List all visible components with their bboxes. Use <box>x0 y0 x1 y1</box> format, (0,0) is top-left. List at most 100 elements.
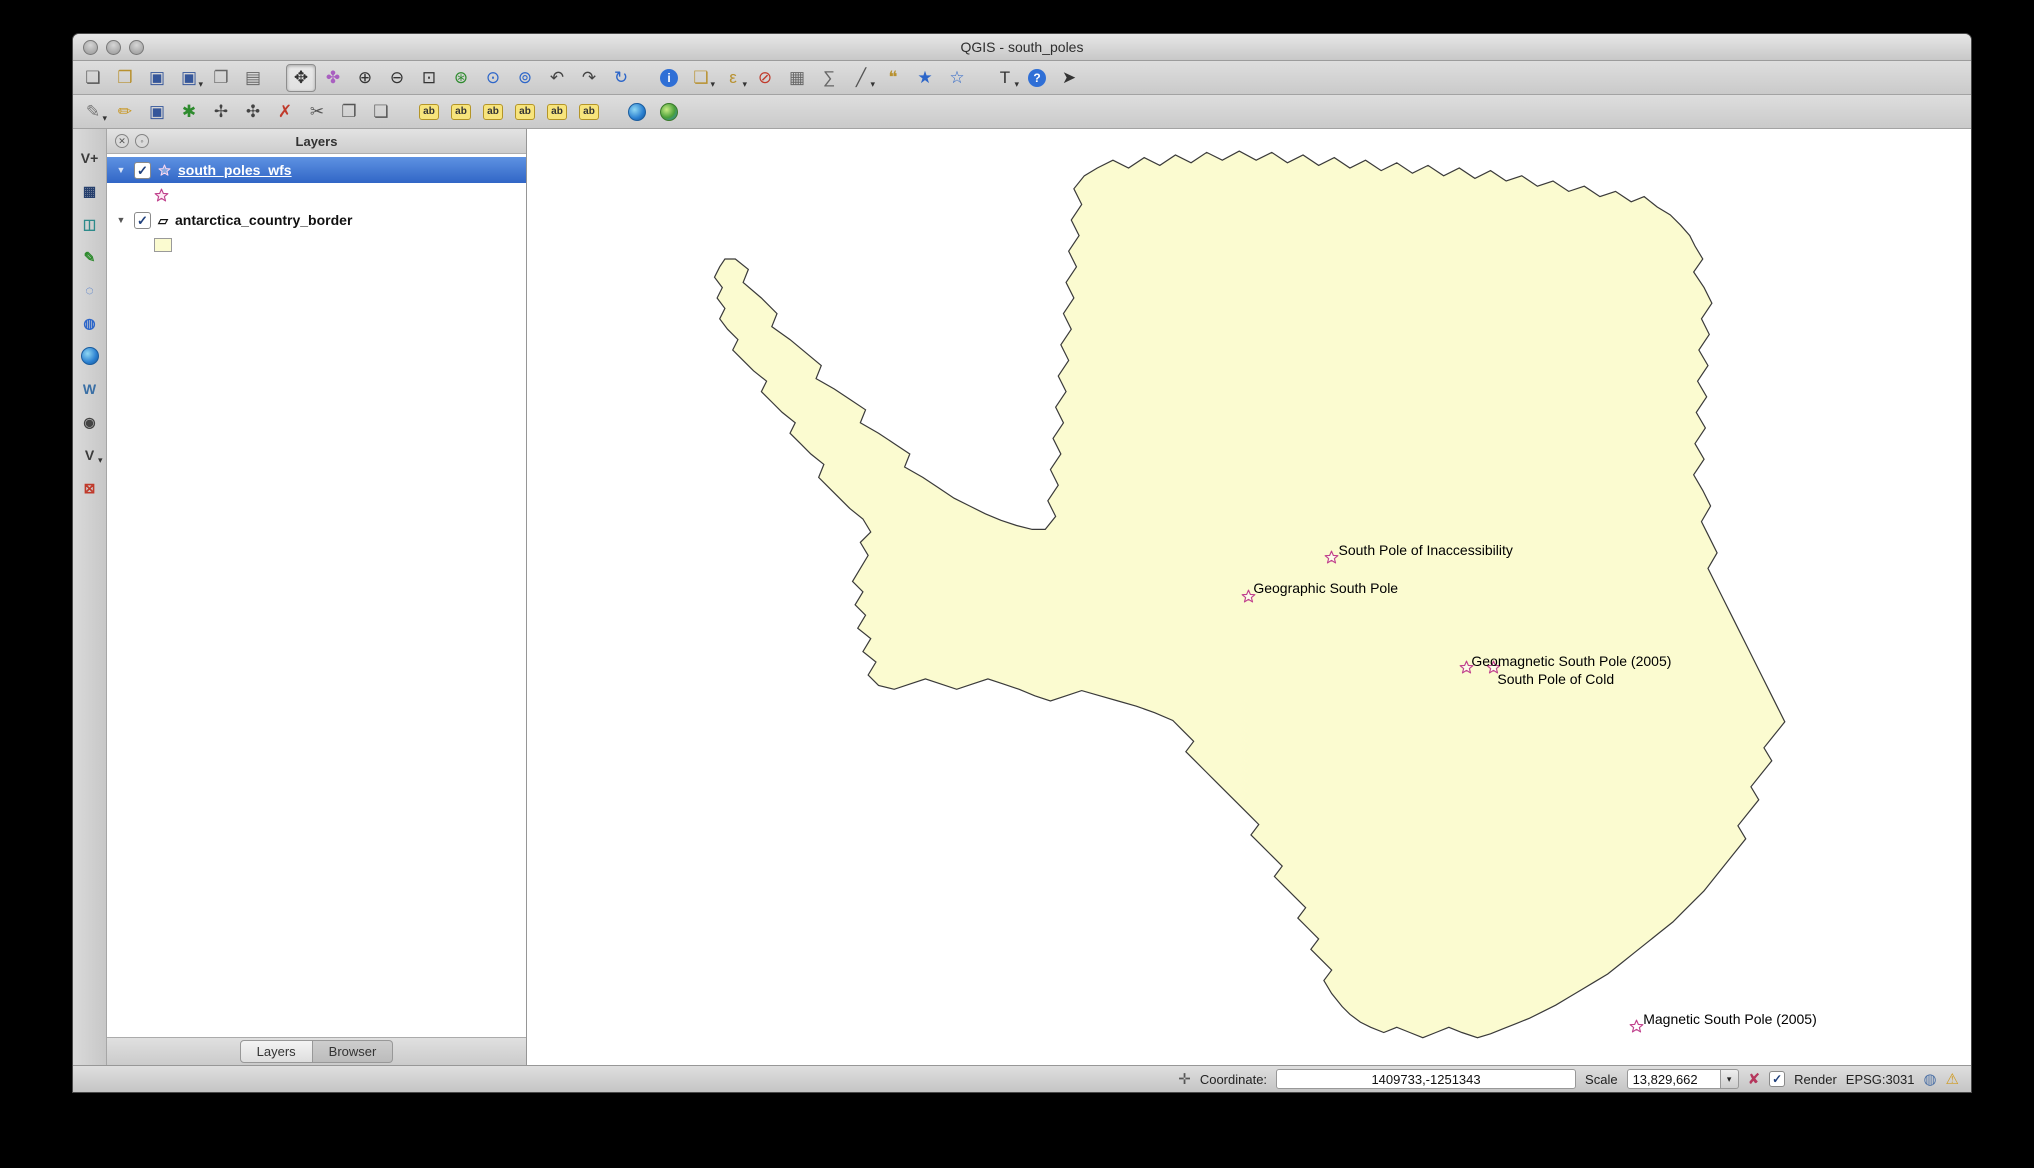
add-spatialite-layer-icon: ◌ <box>85 282 94 298</box>
zoom-to-layer-icon[interactable]: ⊚ <box>510 64 540 92</box>
new-bookmark-icon[interactable]: ★ <box>910 64 940 92</box>
deselect-features-icon[interactable]: ⊘ <box>750 64 780 92</box>
tab-browser[interactable]: Browser <box>312 1040 394 1063</box>
current-edits-icon[interactable]: ✎ ▾ <box>78 98 108 126</box>
zoom-in-icon[interactable]: ⊕ <box>350 64 380 92</box>
map-tips-icon[interactable]: ❝ <box>878 64 908 92</box>
open-project-icon[interactable]: ❒ <box>110 64 140 92</box>
add-wfs-layer-icon[interactable]: W <box>76 376 104 402</box>
add-feature-icon[interactable]: ✱ <box>174 98 204 126</box>
panel-float-icon[interactable]: ◦ <box>135 134 149 148</box>
paste-features-icon[interactable]: ❏ <box>366 98 396 126</box>
new-project-icon[interactable]: ❏ <box>78 64 108 92</box>
add-wms-layer-icon[interactable]: ◫ <box>76 211 104 237</box>
new-print-composer-icon[interactable]: ❐ <box>206 64 236 92</box>
save-project-icon[interactable]: ▣ <box>142 64 172 92</box>
identify-features-icon[interactable]: i <box>654 64 684 92</box>
label-rotate-icon: ab <box>547 103 567 120</box>
title-bar[interactable]: QGIS - south_poles <box>73 34 1971 61</box>
zoom-next-icon[interactable]: ↷ <box>574 64 604 92</box>
cut-features-icon[interactable]: ✂ <box>302 98 332 126</box>
save-project-as-icon: ▣ <box>180 68 198 87</box>
web-globe-icon[interactable] <box>622 98 652 126</box>
add-vector-layer-icon[interactable]: V+ <box>76 145 104 171</box>
layer-item-antarctica_country_border[interactable]: ▼ ✓ ▱ antarctica_country_border <box>107 207 526 233</box>
whats-this-icon[interactable]: ➤ <box>1054 64 1084 92</box>
select-features-icon: ❏ <box>693 68 709 87</box>
new-print-composer-icon: ❐ <box>213 68 229 87</box>
add-spatialite-layer-icon[interactable]: ◌ <box>76 277 104 303</box>
text-annotation-icon[interactable]: T ▾ <box>990 64 1020 92</box>
tab-layers[interactable]: Layers <box>239 1040 313 1063</box>
composer-manager-icon[interactable]: ▤ <box>238 64 268 92</box>
node-tool-icon[interactable]: ✣ <box>238 98 268 126</box>
field-calculator-icon[interactable]: ∑ <box>814 64 844 92</box>
pan-map-icon[interactable]: ✥ <box>286 63 316 92</box>
add-raster-layer-icon[interactable]: ▦ <box>76 178 104 204</box>
new-shapefile-layer-icon[interactable]: ✎ <box>76 244 104 270</box>
map-canvas[interactable]: South Pole of Inaccessibility Geographic … <box>527 129 1971 1065</box>
remove-layer-icon[interactable]: ⊠ <box>76 475 104 501</box>
expand-arrow-icon[interactable]: ▼ <box>115 215 127 225</box>
layers-panel-title: Layers <box>295 133 338 149</box>
save-layer-edits-icon[interactable]: ▣ <box>142 98 172 126</box>
save-project-as-icon[interactable]: ▣ ▾ <box>174 64 204 92</box>
vector-menu-icon[interactable]: V ▾ <box>76 442 104 468</box>
label-toggle-icon[interactable]: ab <box>510 98 540 126</box>
label-properties-icon[interactable]: ab <box>574 98 604 126</box>
show-bookmarks-icon[interactable]: ☆ <box>942 64 972 92</box>
crs-label: EPSG:3031 <box>1845 1071 1915 1087</box>
panel-close-icon[interactable]: ✕ <box>115 134 129 148</box>
label-move-icon[interactable]: ab <box>446 98 476 126</box>
layer-visibility-checkbox[interactable]: ✓ <box>134 211 151 229</box>
add-postgis-layer-icon[interactable]: ◍ <box>76 310 104 336</box>
dropdown-arrow-icon: ▾ <box>870 78 875 89</box>
layer-item-south_poles_wfs[interactable]: ▼ ✓ south_poles_wfs <box>107 157 526 183</box>
move-feature-icon[interactable]: ✢ <box>206 98 236 126</box>
add-gps-layer-icon[interactable]: ◉ <box>76 409 104 435</box>
select-features-icon[interactable]: ❏ ▾ <box>686 64 716 92</box>
panel-header-buttons: ✕ ◦ <box>115 134 149 148</box>
add-web-layer-icon[interactable] <box>76 343 104 369</box>
zoom-to-selection-icon[interactable]: ⊙ <box>478 64 508 92</box>
label-pin-icon[interactable]: ab <box>478 98 508 126</box>
toggle-extents-icon[interactable]: ✛ <box>1178 1072 1191 1087</box>
dropdown-arrow-icon: ▾ <box>1014 78 1019 89</box>
new-shapefile-layer-icon: ✎ <box>83 249 96 265</box>
zoom-out-icon[interactable]: ⊖ <box>382 64 412 92</box>
minimize-button[interactable] <box>106 40 121 55</box>
labeling-icon[interactable]: ab <box>414 98 444 126</box>
select-by-expression-icon[interactable]: ε ▾ <box>718 64 748 92</box>
pan-map-icon: ✥ <box>293 68 309 87</box>
scale-dropdown-icon[interactable]: ▾ <box>1720 1069 1739 1089</box>
toggle-editing-icon[interactable]: ✏ <box>110 98 140 126</box>
scale-input[interactable] <box>1626 1069 1721 1089</box>
label-rotate-icon[interactable]: ab <box>542 98 572 126</box>
expand-arrow-icon[interactable]: ▼ <box>115 165 127 175</box>
dropdown-arrow-icon: ▾ <box>710 78 715 89</box>
measure-icon[interactable]: ╱ ▾ <box>846 64 876 92</box>
new-bookmark-icon: ★ <box>917 68 933 87</box>
log-messages-icon[interactable]: ⚠ <box>1946 1072 1959 1087</box>
zoom-last-icon[interactable]: ↶ <box>542 64 572 92</box>
zoom-native-resolution-icon[interactable]: ⊡ <box>414 64 444 92</box>
render-checkbox[interactable]: ✓ <box>1769 1071 1786 1087</box>
close-button[interactable] <box>83 40 98 55</box>
layer-visibility-checkbox[interactable]: ✓ <box>134 161 151 179</box>
layers-panel-header: ✕ ◦ Layers <box>107 129 526 154</box>
stop-rendering-icon[interactable]: ✘ <box>1748 1072 1761 1087</box>
zoom-full-icon[interactable]: ⊛ <box>446 64 476 92</box>
map-layers-globe-icon[interactable] <box>654 98 684 126</box>
zoom-button[interactable] <box>129 40 144 55</box>
refresh-map-icon[interactable]: ↻ <box>606 64 636 92</box>
delete-selected-icon: ✗ <box>277 102 293 121</box>
open-attribute-table-icon[interactable]: ▦ <box>782 64 812 92</box>
coordinate-input[interactable] <box>1276 1069 1577 1089</box>
copy-features-icon[interactable]: ❐ <box>334 98 364 126</box>
zoom-next-icon: ↷ <box>581 68 597 87</box>
pan-to-selection-icon[interactable]: ✤ <box>318 64 348 92</box>
refresh-map-icon: ↻ <box>613 68 629 87</box>
delete-selected-icon[interactable]: ✗ <box>270 98 300 126</box>
crs-status-icon[interactable]: ◍ <box>1923 1072 1936 1087</box>
help-icon[interactable]: ? <box>1022 64 1052 92</box>
